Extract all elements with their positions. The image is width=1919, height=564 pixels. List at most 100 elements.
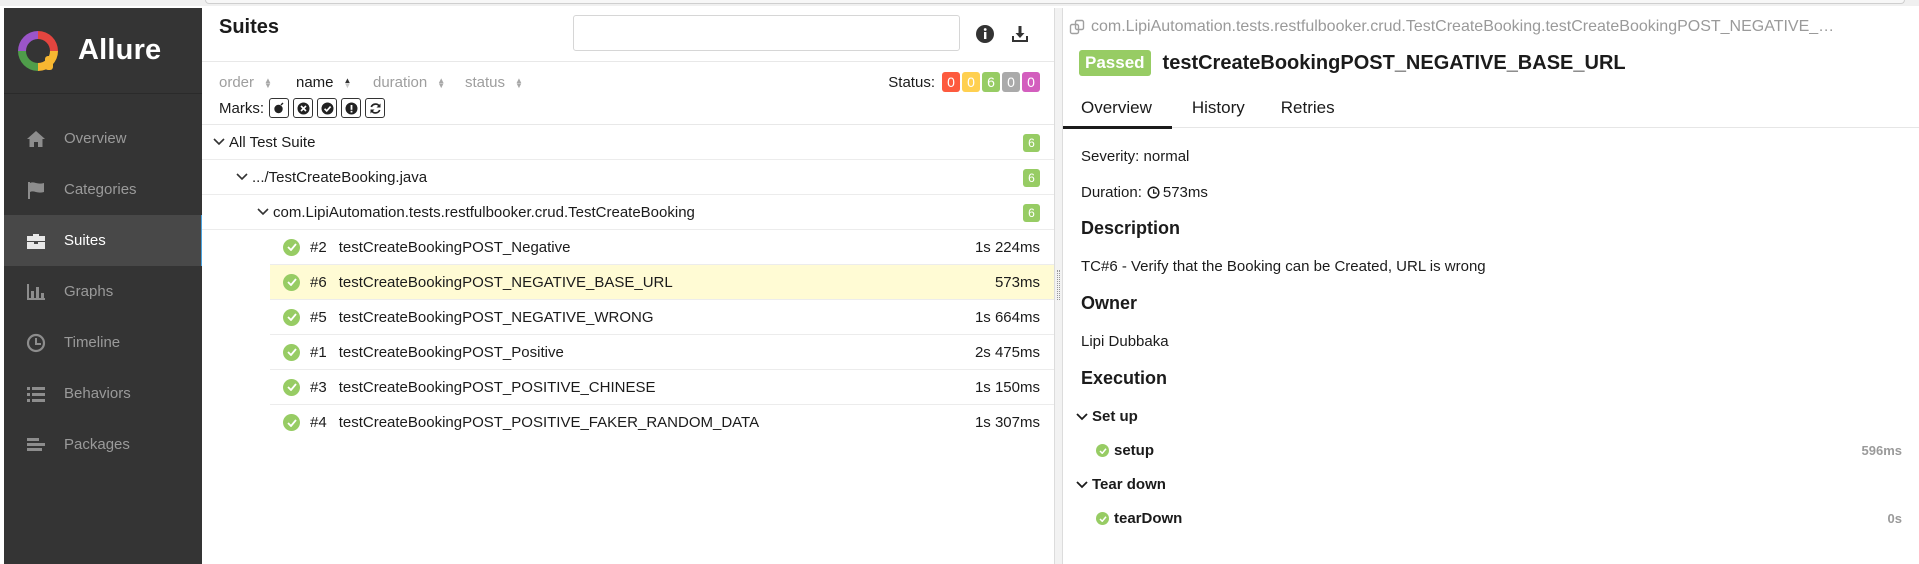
passed-check-icon bbox=[283, 308, 300, 326]
tree-group-class[interactable]: com.LipiAutomation.tests.restfulbooker.c… bbox=[202, 195, 1054, 230]
new-failed-mark-button[interactable] bbox=[293, 98, 313, 118]
new-broken-mark-button[interactable] bbox=[341, 98, 361, 118]
chevron-down-icon bbox=[1075, 410, 1089, 424]
sidebar: Allure Overview Categories Suites Graphs… bbox=[4, 8, 204, 564]
group-count-badge: 6 bbox=[1023, 134, 1040, 152]
sidebar-item-behaviors[interactable]: Behaviors bbox=[4, 368, 202, 419]
search-input[interactable] bbox=[573, 15, 960, 51]
tab-retries[interactable]: Retries bbox=[1265, 88, 1351, 128]
suites-header: Suites bbox=[202, 8, 1054, 62]
test-row[interactable]: #3 testCreateBookingPOST_POSITIVE_CHINES… bbox=[270, 370, 1054, 405]
chevron-down-icon bbox=[235, 170, 249, 184]
test-order: #1 bbox=[310, 343, 327, 361]
sort-label: status bbox=[465, 74, 506, 91]
flaky-mark-button[interactable] bbox=[269, 98, 289, 118]
sidebar-item-graphs[interactable]: Graphs bbox=[4, 266, 202, 317]
flag-icon bbox=[24, 179, 48, 201]
test-row[interactable]: #2 testCreateBookingPOST_Negative 1s 224… bbox=[270, 230, 1054, 265]
step-name: tearDown bbox=[1114, 510, 1183, 527]
test-duration: 1s 150ms bbox=[974, 378, 1040, 396]
group-label: com.LipiAutomation.tests.restfulbooker.c… bbox=[273, 203, 695, 221]
status-filter: Status: 0 0 6 0 0 bbox=[888, 72, 1040, 92]
retries-mark-button[interactable] bbox=[365, 98, 385, 118]
test-row[interactable]: #5 testCreateBookingPOST_NEGATIVE_WRONG … bbox=[270, 300, 1054, 335]
briefcase-icon bbox=[24, 230, 48, 252]
test-duration: 1s 664ms bbox=[974, 308, 1040, 326]
sidebar-item-categories[interactable]: Categories bbox=[4, 164, 202, 215]
sort-by-status[interactable]: status ▲ ▼ bbox=[465, 74, 523, 91]
group-label: .../TestCreateBooking.java bbox=[252, 168, 428, 186]
sidebar-item-label: Suites bbox=[64, 232, 106, 249]
status-count-passed[interactable]: 6 bbox=[982, 72, 1000, 92]
duration-value: 573ms bbox=[1162, 184, 1208, 201]
sort-label: order bbox=[219, 74, 255, 91]
duration-row: Duration: 573ms bbox=[1081, 184, 1208, 201]
chevron-down-icon bbox=[212, 135, 226, 149]
group-label: All Test Suite bbox=[229, 133, 316, 151]
test-name: testCreateBookingPOST_POSITIVE_FAKER_RAN… bbox=[338, 414, 760, 431]
test-row[interactable]: #1 testCreateBookingPOST_Positive 2s 475… bbox=[270, 335, 1054, 370]
browser-bar bbox=[205, 0, 1905, 4]
test-name: testCreateBookingPOST_NEGATIVE_WRONG bbox=[338, 308, 654, 326]
download-icon[interactable] bbox=[1008, 22, 1032, 46]
test-duration: 573ms bbox=[994, 273, 1040, 291]
sort-by-name[interactable]: name ▲ ▼ bbox=[296, 74, 351, 91]
tab-overview[interactable]: Overview bbox=[1063, 88, 1172, 129]
chevron-down-icon bbox=[256, 205, 270, 219]
sort-by-duration[interactable]: duration ▲ ▼ bbox=[373, 74, 445, 91]
test-title-row: Passed testCreateBookingPOST_NEGATIVE_BA… bbox=[1079, 50, 1626, 76]
status-count-skipped[interactable]: 0 bbox=[1002, 72, 1020, 92]
test-row[interactable]: #4 testCreateBookingPOST_POSITIVE_FAKER_… bbox=[270, 405, 1054, 440]
description-heading: Description bbox=[1081, 218, 1181, 238]
new-passed-mark-button[interactable] bbox=[317, 98, 337, 118]
marks-filter: Marks: bbox=[219, 98, 385, 118]
group-count-badge: 6 bbox=[1023, 204, 1040, 222]
test-detail-pane: com.LipiAutomation.tests.restfulbooker.c… bbox=[1063, 8, 1919, 564]
sort-label: duration bbox=[373, 74, 428, 91]
tree-group-file[interactable]: .../TestCreateBooking.java 6 bbox=[202, 160, 1054, 195]
status-count-unknown[interactable]: 0 bbox=[1022, 72, 1040, 92]
brand-row[interactable]: Allure bbox=[4, 8, 202, 94]
severity: Severity: normal bbox=[1081, 148, 1190, 165]
sort-arrows-icon: ▲ ▼ bbox=[343, 75, 352, 90]
info-icon[interactable] bbox=[973, 22, 997, 46]
detail-tabs: Overview History Retries bbox=[1063, 88, 1919, 129]
sidebar-item-overview[interactable]: Overview bbox=[4, 113, 202, 164]
sort-arrows-icon: ▲ ▼ bbox=[515, 75, 523, 90]
sort-by-order[interactable]: order ▲ ▼ bbox=[219, 74, 272, 91]
description-text: TC#6 - Verify that the Booking can be Cr… bbox=[1081, 258, 1486, 275]
pane-splitter[interactable] bbox=[1054, 8, 1063, 564]
owner-heading: Owner bbox=[1081, 293, 1138, 313]
test-order: #3 bbox=[310, 378, 327, 396]
status-badge: Passed bbox=[1079, 50, 1151, 76]
test-row-selected[interactable]: #6 testCreateBookingPOST_NEGATIVE_BASE_U… bbox=[270, 265, 1054, 300]
setup-section-toggle[interactable]: Set up bbox=[1075, 408, 1138, 425]
sidebar-item-packages[interactable]: Packages bbox=[4, 419, 202, 470]
test-duration: 2s 475ms bbox=[974, 343, 1040, 361]
status-count-broken[interactable]: 0 bbox=[962, 72, 980, 92]
align-left-icon bbox=[24, 434, 48, 456]
passed-check-icon bbox=[1096, 444, 1109, 457]
step-duration: 596ms bbox=[1861, 443, 1902, 458]
status-count-failed[interactable]: 0 bbox=[942, 72, 960, 92]
step-row-setup[interactable]: setup 596ms bbox=[1096, 442, 1904, 459]
passed-check-icon bbox=[283, 414, 300, 431]
teardown-section-toggle[interactable]: Tear down bbox=[1075, 476, 1166, 493]
sidebar-item-label: Packages bbox=[64, 436, 130, 453]
allure-logo-icon bbox=[18, 30, 58, 71]
step-row-teardown[interactable]: tearDown 0s bbox=[1096, 510, 1904, 527]
link-icon bbox=[1069, 19, 1085, 35]
teardown-heading: Tear down bbox=[1092, 476, 1166, 493]
breadcrumb[interactable]: com.LipiAutomation.tests.restfulbooker.c… bbox=[1069, 18, 1899, 36]
test-order: #6 bbox=[310, 273, 327, 291]
tree-group-root[interactable]: All Test Suite 6 bbox=[202, 125, 1054, 160]
splitter-grip[interactable] bbox=[1057, 270, 1060, 300]
browser-top-strip bbox=[0, 0, 1919, 6]
bar-chart-icon bbox=[24, 281, 48, 303]
sidebar-item-label: Timeline bbox=[64, 334, 121, 351]
sidebar-item-suites[interactable]: Suites bbox=[4, 215, 204, 266]
clock-icon bbox=[24, 332, 48, 354]
tab-history[interactable]: History bbox=[1176, 88, 1261, 128]
passed-check-icon bbox=[283, 238, 300, 256]
sidebar-item-timeline[interactable]: Timeline bbox=[4, 317, 202, 368]
